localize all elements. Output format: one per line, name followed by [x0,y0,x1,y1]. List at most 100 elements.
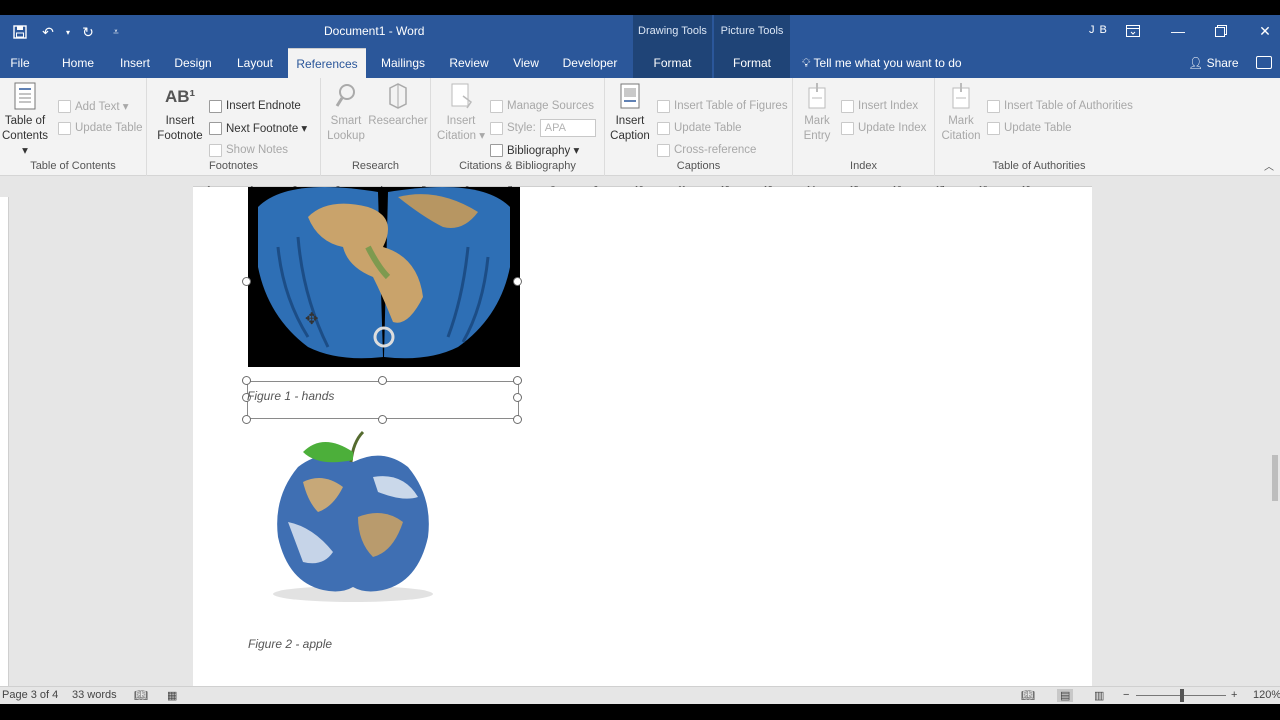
citation-icon [451,83,473,109]
next-footnote-button[interactable]: Next Footnote ▾ [209,118,307,138]
proofing-icon[interactable]: 📖︎ [134,689,148,702]
vertical-scrollbar[interactable] [1270,197,1280,702]
update-table-toa-button[interactable]: Update Table [987,118,1072,138]
zoom-out-icon[interactable]: − [1123,689,1129,701]
update-table-captions-button[interactable]: Update Table [657,118,742,138]
tab-insert[interactable]: Insert [114,48,156,78]
mark-entry-label: Mark Entry [803,115,831,142]
collapse-ribbon-icon[interactable]: ︿ [1264,158,1274,173]
resize-handle[interactable] [513,393,522,402]
insert-footnote-button[interactable]: AB¹ Insert Footnote [153,82,207,144]
insert-caption-button[interactable]: Insert Caption [607,82,653,144]
tab-home[interactable]: Home [56,48,100,78]
cross-reference-label: Cross-reference [674,144,757,156]
resize-handle[interactable] [242,277,251,286]
mark-citation-icon [952,83,970,109]
tab-developer[interactable]: Developer [558,48,622,78]
user-initials[interactable]: J B [1089,24,1108,36]
cross-reference-button[interactable]: Cross-reference [657,140,756,160]
group-label-index: Index [850,160,877,172]
web-layout-icon[interactable]: ▥ [1094,689,1104,702]
resize-handle[interactable] [378,376,387,385]
group-label-toc: Table of Contents [30,160,116,172]
share-label: Share [1206,56,1239,70]
figure-caption-2[interactable]: Figure 2 - apple [248,637,332,651]
researcher-icon [389,83,407,109]
tab-review[interactable]: Review [445,48,493,78]
group-captions: Insert Caption Insert Table of Figures U… [605,78,793,176]
scrollbar-thumb[interactable] [1272,455,1278,501]
tab-format-drawing[interactable]: Format [633,48,712,78]
save-icon[interactable] [8,22,32,42]
minimize-icon[interactable]: — [1163,19,1193,43]
zoom-in-icon[interactable]: + [1231,689,1237,701]
citation-style-dropdown[interactable]: Style: APA [490,118,596,138]
tab-file[interactable]: File [5,48,35,78]
insert-endnote-label: Insert Endnote [226,100,301,112]
tell-me-text: Tell me what you want to do [813,56,962,70]
restore-icon[interactable] [1206,19,1236,43]
macro-record-icon[interactable]: ▦ [167,689,177,702]
smart-lookup-button[interactable]: Smart Lookup [325,82,367,144]
mark-entry-icon [808,83,826,109]
add-text-button[interactable]: Add Text ▾ [58,96,129,116]
print-layout-icon[interactable]: ▤ [1057,689,1074,702]
tell-me-box[interactable]: 💡︎ Tell me what you want to do [802,48,962,78]
tab-design[interactable]: Design [170,48,216,78]
tab-view[interactable]: View [507,48,545,78]
figure-caption-1[interactable]: Figure 1 - hands [247,389,334,403]
tab-mailings[interactable]: Mailings [375,48,431,78]
table-of-figures-icon [657,99,670,113]
undo-dropdown-icon[interactable]: ▾ [64,22,72,42]
ribbon-display-options-icon[interactable] [1118,19,1148,43]
show-notes-label: Show Notes [226,144,289,156]
tab-format-picture[interactable]: Format [714,48,790,78]
zoom-level[interactable]: 120% [1253,689,1280,701]
resize-handle[interactable] [513,376,522,385]
title-bar: ↶ ▾ ↻ ⩡ Document1 - Word Drawing Tools P… [0,15,1280,48]
endnote-icon [209,99,222,113]
zoom-slider-thumb[interactable] [1180,689,1184,702]
comments-icon[interactable] [1256,56,1272,69]
image-apple[interactable] [263,422,443,607]
resize-handle[interactable] [513,415,522,424]
close-icon[interactable]: ✕ [1250,19,1280,43]
mark-entry-button[interactable]: Mark Entry [795,82,839,144]
share-button[interactable]: 👤︎ Share [1188,48,1239,78]
insert-table-of-figures-button[interactable]: Insert Table of Figures [657,96,788,116]
insert-table-of-authorities-button[interactable]: Insert Table of Authorities [987,96,1133,116]
undo-icon[interactable]: ↶ [36,22,60,42]
researcher-button[interactable]: Researcher [367,82,429,129]
update-index-button[interactable]: Update Index [841,118,926,138]
group-citations-bibliography: Insert Citation ▾ Manage Sources Style: A… [431,78,605,176]
image-hands[interactable] [248,187,520,367]
bibliography-button[interactable]: Bibliography ▾ [490,140,579,160]
customize-qat-icon[interactable]: ⩡ [104,22,128,42]
document-title: Document1 - Word [324,24,425,38]
table-of-contents-button[interactable]: Table of Contents ▾ [2,82,48,159]
tab-references[interactable]: References [288,48,366,78]
show-notes-icon [209,143,222,157]
tab-layout[interactable]: Layout [231,48,279,78]
insert-index-button[interactable]: Insert Index [841,96,918,116]
redo-icon[interactable]: ↻ [76,22,100,42]
read-mode-icon[interactable]: 📖︎ [1021,689,1035,702]
researcher-label: Researcher [368,115,428,127]
resize-handle[interactable] [242,376,251,385]
insert-endnote-button[interactable]: Insert Endnote [209,96,301,116]
page-count[interactable]: Page 3 of 4 [2,689,58,701]
add-text-label: Add Text ▾ [75,101,129,113]
vertical-ruler[interactable] [0,197,9,702]
mark-citation-button[interactable]: Mark Citation [937,82,985,144]
group-label-research: Research [351,160,400,172]
word-count[interactable]: 33 words [72,689,117,701]
show-notes-button[interactable]: Show Notes [209,140,288,160]
insert-index-label: Insert Index [858,100,919,112]
insert-citation-button[interactable]: Insert Citation ▾ [433,82,489,144]
resize-handle[interactable] [242,415,251,424]
manage-sources-button[interactable]: Manage Sources [490,96,594,116]
document-page[interactable]: Figure 1 - hands ✥ Figure 2 - apple [193,187,1092,704]
resize-handle[interactable] [513,277,522,286]
update-table-toc-button[interactable]: Update Table [58,118,143,138]
style-value[interactable]: APA [539,119,596,137]
